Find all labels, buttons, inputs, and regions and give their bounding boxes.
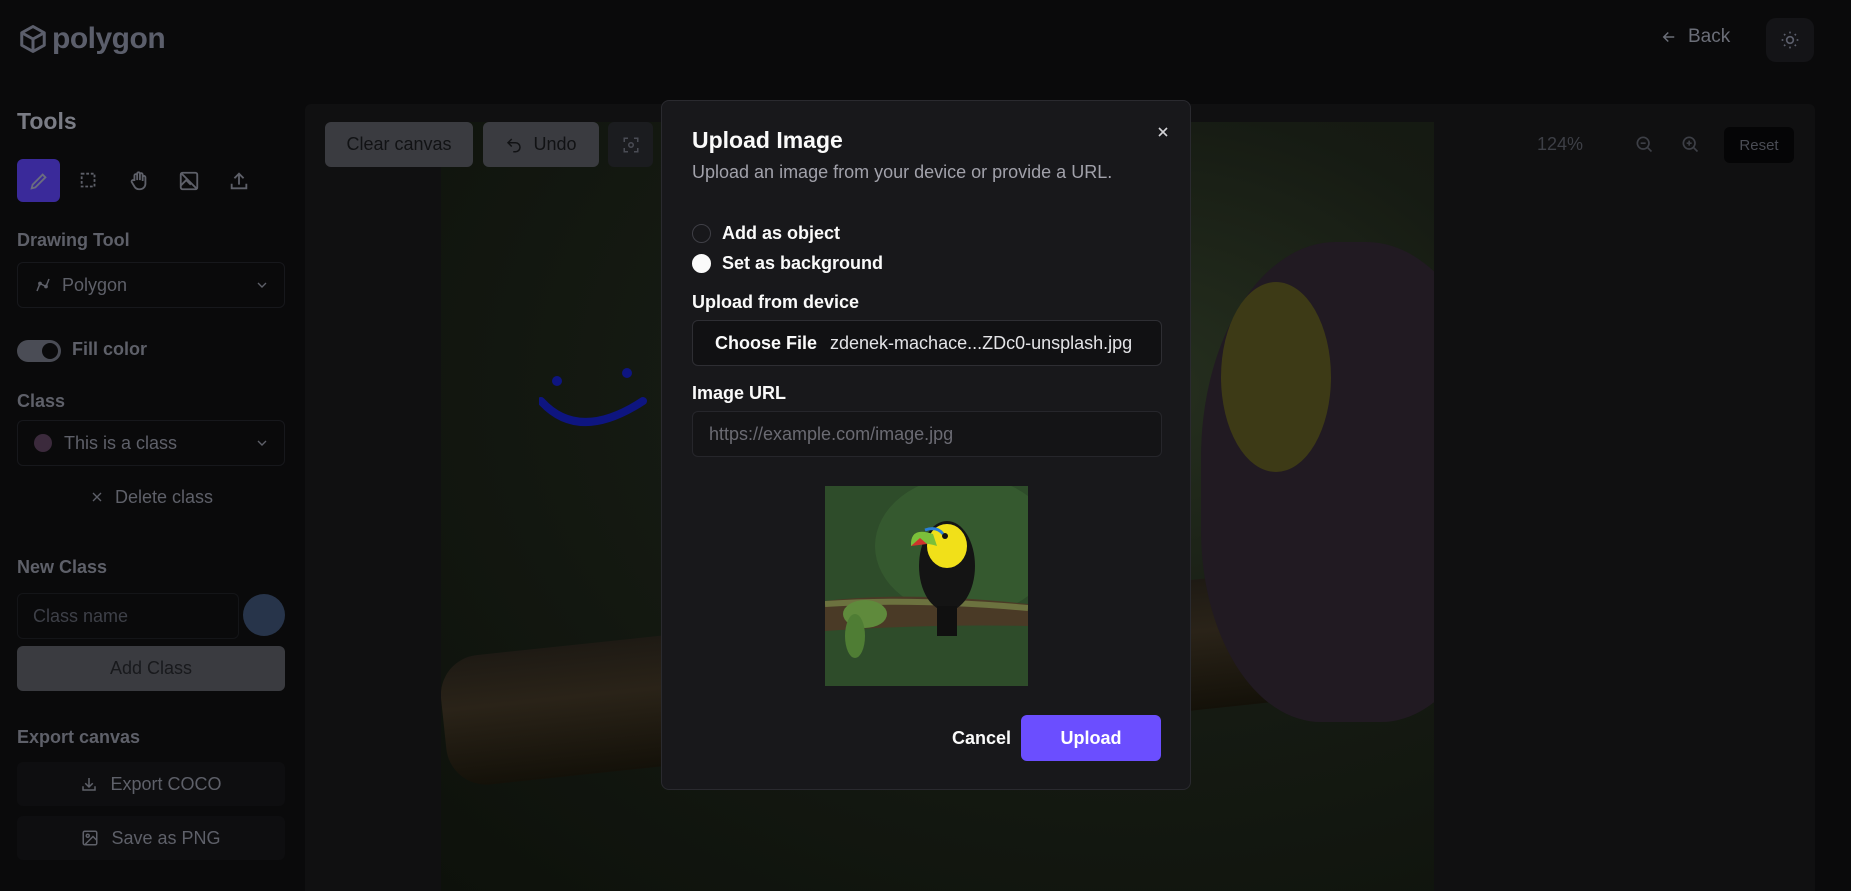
export-coco-button[interactable]: Export COCO	[17, 762, 285, 806]
export-coco-label: Export COCO	[110, 773, 222, 794]
select-tool-button[interactable]	[67, 159, 110, 202]
hand-icon	[130, 170, 146, 190]
theme-toggle-button[interactable]	[1766, 18, 1814, 62]
class-color-dot	[34, 434, 52, 452]
pencil-icon	[29, 172, 47, 190]
upload-device-label: Upload from device	[692, 292, 860, 312]
image-preview	[825, 486, 1028, 686]
undo-button[interactable]: Undo	[483, 122, 599, 167]
set-as-background-radio[interactable]	[692, 254, 711, 273]
download-icon	[82, 778, 97, 791]
dialog-description: Upload an image from your device or prov…	[692, 162, 1113, 182]
image-url-input[interactable]	[692, 411, 1162, 457]
image-icon	[82, 830, 98, 846]
add-as-object-option[interactable]: Add as object	[692, 223, 840, 244]
logo-text: polygon	[52, 22, 166, 55]
upload-button[interactable]: Upload	[1021, 715, 1161, 761]
tools-title: Tools	[17, 108, 77, 134]
remove-image-tool-button[interactable]	[167, 159, 210, 202]
add-as-object-label: Add as object	[722, 223, 841, 243]
class-select[interactable]: This is a class	[17, 420, 285, 466]
select-box-icon	[80, 172, 95, 187]
back-button[interactable]: Back	[1660, 26, 1730, 48]
drawing-tool-value: Polygon	[62, 274, 128, 295]
drawing-tool-label: Drawing Tool	[17, 230, 130, 250]
file-input[interactable]: Choose File zdenek-machace...ZDc0-unspla…	[692, 320, 1162, 366]
drawing-tool-select[interactable]: Polygon	[17, 262, 285, 308]
upload-tool-button[interactable]	[217, 159, 260, 202]
logo[interactable]: polygon	[18, 22, 166, 56]
file-name: zdenek-machace...ZDc0-unsplash.jpg	[830, 332, 1133, 353]
undo-icon	[507, 137, 522, 152]
image-off-icon	[179, 171, 198, 190]
set-as-background-label: Set as background	[722, 253, 884, 273]
close-icon	[92, 492, 102, 502]
add-class-button[interactable]: Add Class	[17, 646, 285, 691]
reset-zoom-button[interactable]: Reset	[1724, 127, 1794, 163]
class-value: This is a class	[64, 432, 178, 453]
upload-icon	[230, 171, 247, 189]
fill-color-label: Fill color	[72, 339, 148, 359]
save-png-label: Save as PNG	[111, 827, 221, 848]
upload-image-dialog: Upload Image Upload an image from your d…	[661, 100, 1191, 790]
sidebar: Tools Drawing Tool Polygon Fill color Cl…	[0, 80, 300, 891]
pencil-tool-button[interactable]	[17, 159, 60, 202]
delete-class-button[interactable]: Delete class	[17, 475, 285, 519]
sun-icon	[1781, 31, 1799, 49]
toucan-shape	[1221, 282, 1331, 472]
app-header: polygon Back	[0, 0, 1851, 80]
class-color-picker[interactable]	[243, 594, 285, 636]
choose-file-button[interactable]: Choose File	[715, 333, 817, 354]
polygon-logo-icon	[20, 25, 46, 53]
chevron-down-icon	[257, 440, 267, 446]
undo-label: Undo	[533, 134, 577, 154]
zoom-in-icon[interactable]	[1680, 134, 1700, 154]
clear-canvas-button[interactable]: Clear canvas	[325, 122, 473, 167]
class-label: Class	[17, 391, 66, 411]
smile-drawing	[539, 368, 647, 426]
export-canvas-label: Export canvas	[17, 727, 141, 747]
close-dialog-button[interactable]	[1152, 121, 1174, 143]
dialog-title: Upload Image	[692, 127, 843, 153]
delete-class-label: Delete class	[114, 486, 214, 507]
focus-button[interactable]	[608, 122, 653, 167]
zoom-level: 124%	[1537, 134, 1584, 154]
class-name-input[interactable]: Class name	[17, 593, 239, 639]
toucan-preview-image	[825, 486, 1028, 686]
back-label: Back	[1688, 26, 1731, 47]
new-class-label: New Class	[17, 557, 108, 577]
polygon-tool-icon	[36, 278, 50, 292]
arrow-left-icon	[1662, 31, 1675, 43]
pan-tool-button[interactable]	[117, 159, 160, 202]
tools-row	[17, 159, 260, 202]
add-as-object-radio[interactable]	[692, 224, 711, 243]
set-as-background-option[interactable]: Set as background	[692, 253, 883, 274]
close-icon	[1158, 127, 1168, 137]
fill-color-toggle[interactable]	[17, 340, 61, 362]
save-png-button[interactable]: Save as PNG	[17, 816, 285, 860]
zoom-out-icon[interactable]	[1634, 134, 1654, 154]
chevron-down-icon	[257, 282, 267, 288]
image-url-label: Image URL	[692, 383, 787, 403]
cancel-button[interactable]: Cancel	[930, 716, 1033, 761]
focus-icon	[623, 137, 638, 152]
